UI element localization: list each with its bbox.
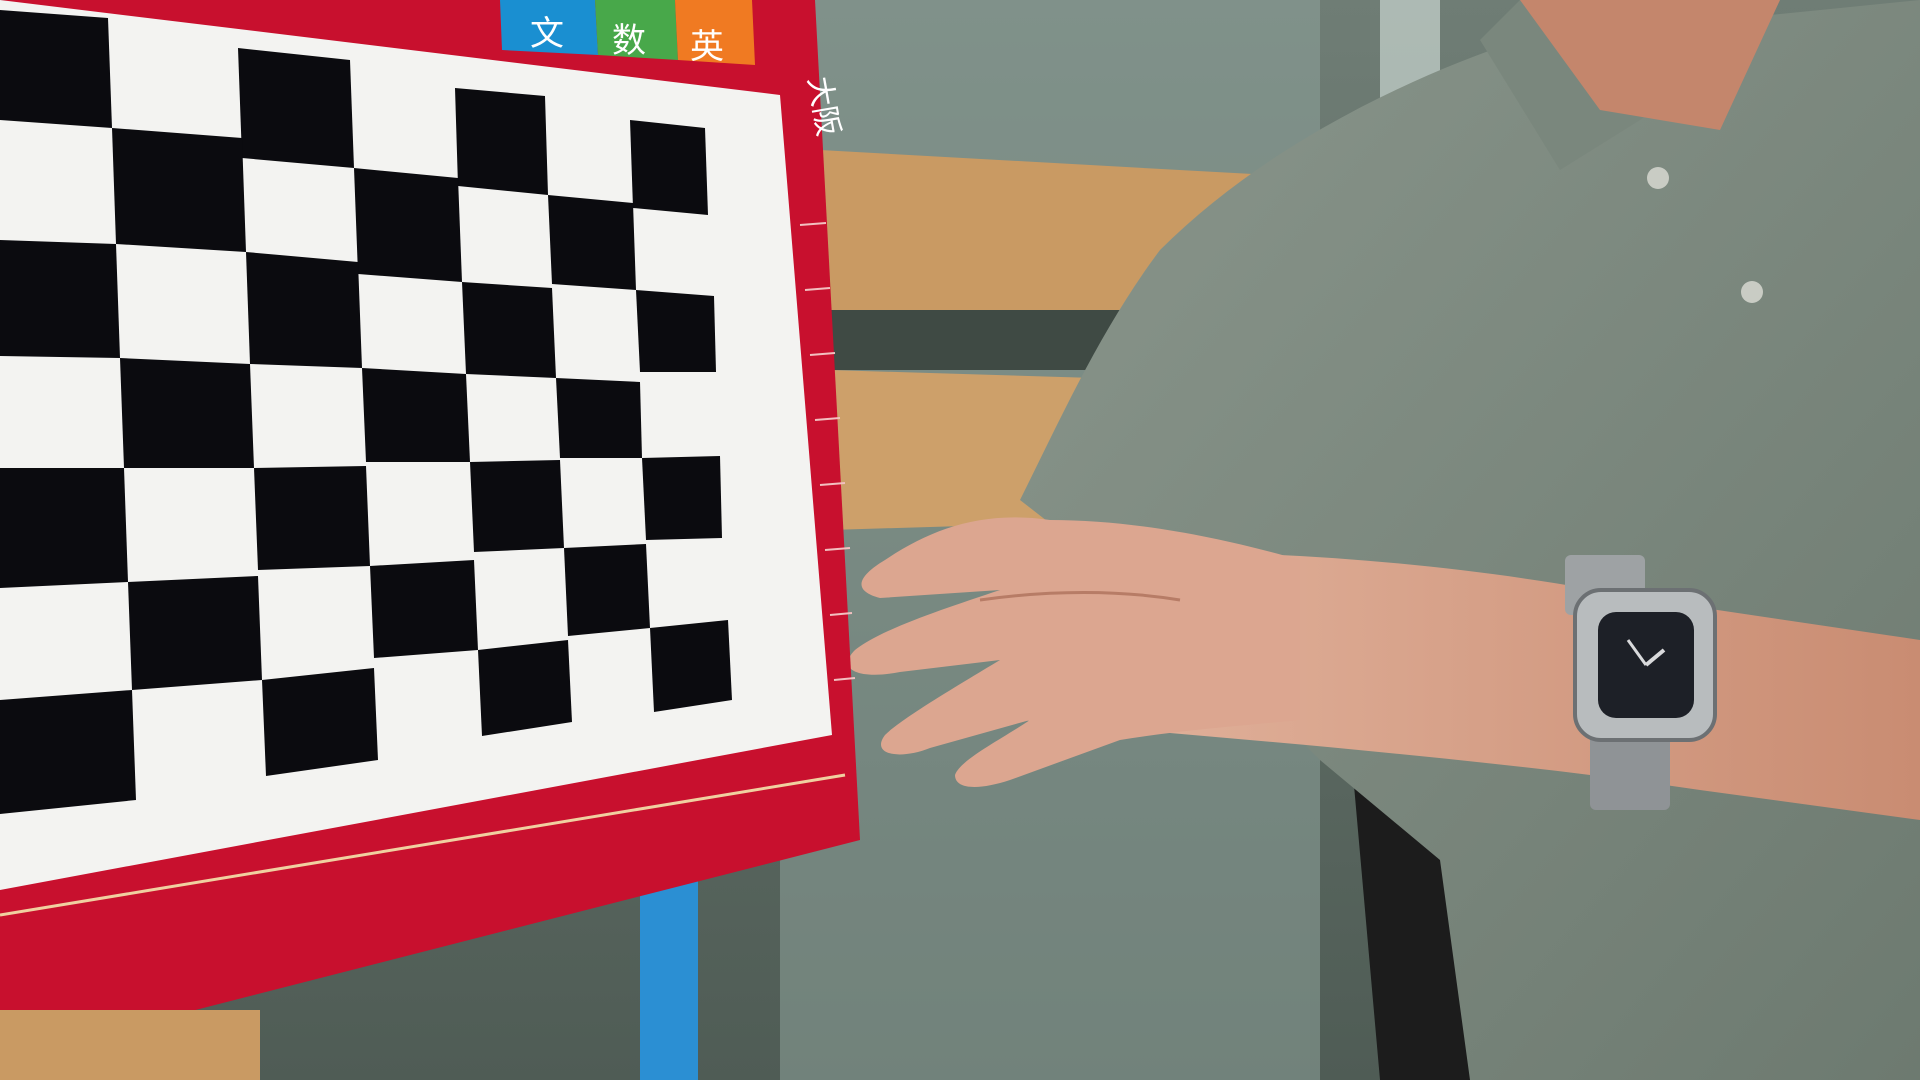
square <box>370 560 478 658</box>
square <box>630 120 708 215</box>
square <box>238 48 354 168</box>
square <box>462 282 556 378</box>
shirt-button-top <box>1647 167 1669 189</box>
photo-scene: 文 数 英 大阪 <box>0 0 1920 1080</box>
square <box>362 368 470 462</box>
square <box>548 195 636 290</box>
square <box>455 88 548 195</box>
square <box>0 690 136 814</box>
square <box>246 252 362 368</box>
square <box>556 378 642 458</box>
square <box>262 668 378 776</box>
square <box>120 358 254 468</box>
square <box>478 640 572 736</box>
tab-label-orange: 英 <box>690 27 724 67</box>
square <box>636 290 716 372</box>
square <box>470 460 564 552</box>
square <box>650 620 732 712</box>
blue-stand-pole <box>640 880 698 1080</box>
square <box>0 240 120 358</box>
square <box>254 466 370 570</box>
tab-label-green: 数 <box>612 21 646 61</box>
square <box>564 544 650 636</box>
shirt-button-bottom <box>1741 281 1763 303</box>
square <box>0 468 128 588</box>
square <box>112 128 246 252</box>
square <box>642 456 722 540</box>
square <box>128 576 262 690</box>
table-corner <box>0 1010 260 1080</box>
square <box>0 10 112 128</box>
tab-label-blue: 文 <box>530 14 564 54</box>
square <box>354 168 462 282</box>
